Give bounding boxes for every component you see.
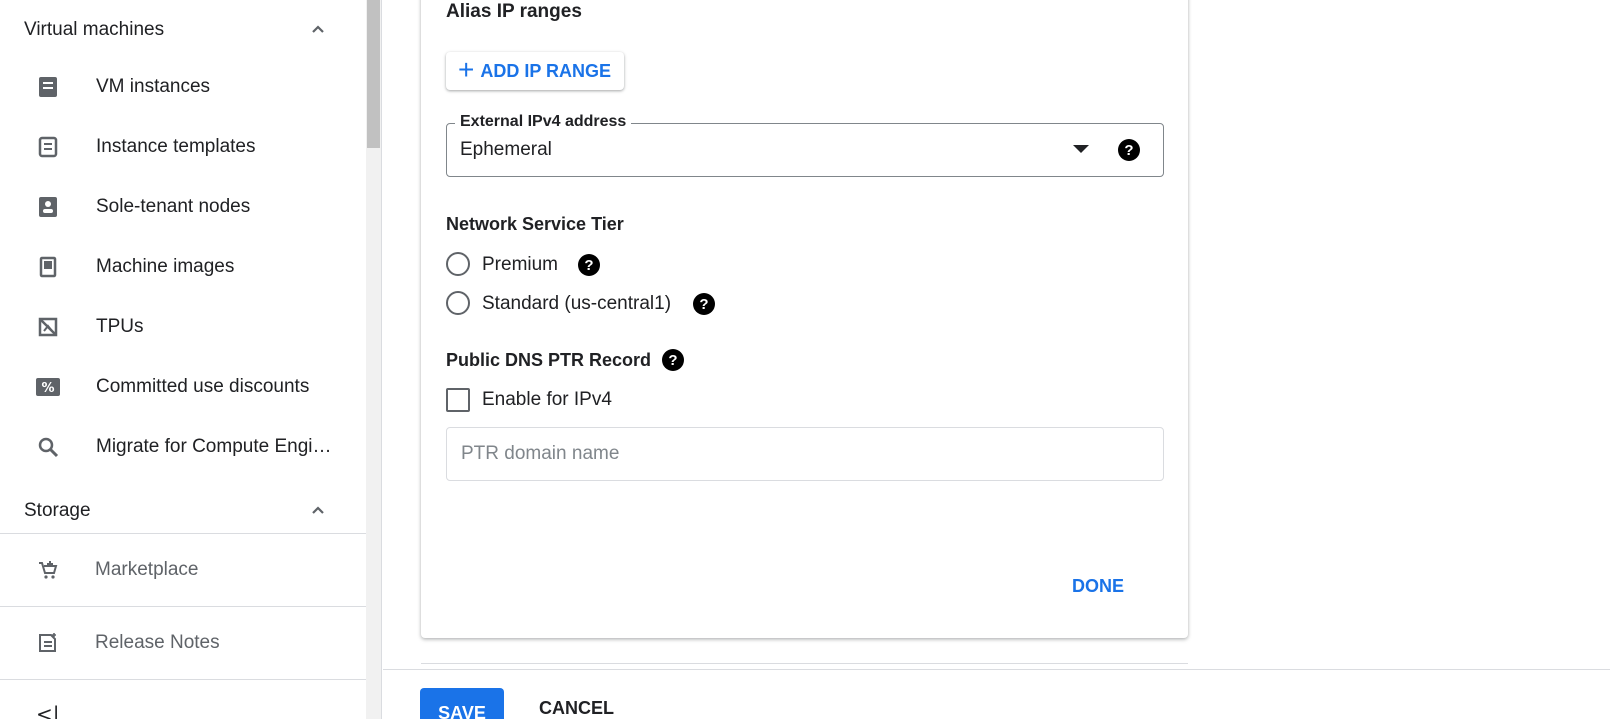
help-icon[interactable]: ? [578, 254, 600, 276]
sole-tenant-nodes-icon [36, 195, 60, 219]
external-ipv4-select[interactable] [446, 123, 1164, 177]
chevron-up-icon[interactable] [306, 18, 330, 42]
svg-text:%: % [41, 381, 54, 396]
standard-label: Standard (us-central1) [482, 293, 672, 314]
help-icon[interactable]: ? [693, 293, 715, 315]
section-title: Storage [24, 500, 91, 521]
plus-icon: + [458, 54, 475, 85]
sidebar-item-tpus[interactable]: TPUs [0, 298, 366, 356]
done-button[interactable]: DONE [1072, 576, 1124, 597]
divider [421, 663, 1188, 664]
premium-radio[interactable] [446, 252, 470, 276]
sidebar-item-vm-instances[interactable]: VM instances [0, 58, 366, 116]
network-interface-card [421, 0, 1188, 638]
instance-templates-icon [36, 135, 60, 159]
add-ip-range-label: ADD IP RANGE [480, 60, 612, 81]
divider [383, 669, 1610, 670]
premium-label: Premium [482, 254, 559, 275]
sidebar-item-label: Migrate for Compute Engi… [96, 436, 332, 457]
divider [0, 679, 381, 680]
sidebar-item-label: VM instances [96, 76, 211, 97]
enable-ipv4-label: Enable for IPv4 [482, 389, 612, 410]
sidebar-item-marketplace[interactable]: Marketplace [0, 534, 381, 606]
release-notes-icon [39, 633, 56, 652]
enable-ipv4-checkbox[interactable] [446, 388, 470, 412]
collapse-sidebar-icon[interactable]: <| [36, 702, 60, 719]
machine-images-icon [36, 255, 60, 279]
percent-icon: % [36, 375, 60, 399]
sidebar: Virtual machines VM instances Instance t… [0, 0, 382, 719]
add-ip-range-button[interactable]: + ADD IP RANGE [446, 52, 625, 90]
section-storage[interactable]: Storage [0, 489, 366, 533]
sidebar-item-machine-images[interactable]: Machine images [0, 238, 366, 296]
sidebar-item-label: Sole-tenant nodes [96, 196, 251, 217]
search-icon [36, 435, 60, 459]
standard-radio[interactable] [446, 291, 470, 315]
section-title: Virtual machines [24, 19, 165, 40]
chevron-up-icon[interactable] [306, 499, 330, 523]
vm-instances-icon [36, 75, 60, 99]
sidebar-item-sole-tenant-nodes[interactable]: Sole-tenant nodes [0, 178, 366, 236]
save-button[interactable]: SAVE [420, 688, 504, 719]
help-icon[interactable]: ? [1118, 139, 1140, 161]
help-icon[interactable]: ? [662, 349, 684, 371]
sidebar-item-label: Marketplace [95, 559, 199, 580]
tpu-icon [36, 315, 60, 339]
ptr-domain-input[interactable] [446, 427, 1164, 481]
cart-icon [39, 561, 58, 579]
sidebar-scrollbar-thumb[interactable] [367, 0, 380, 148]
alias-ip-ranges-title: Alias IP ranges [446, 1, 582, 22]
sidebar-item-committed-use-discounts[interactable]: % Committed use discounts [0, 358, 366, 416]
external-ipv4-value[interactable]: Ephemeral [460, 139, 552, 161]
dropdown-arrow-icon[interactable] [1073, 145, 1089, 153]
sidebar-item-release-notes[interactable]: Release Notes [0, 607, 381, 679]
cancel-button[interactable]: CANCEL [539, 698, 614, 719]
app-root: Virtual machines VM instances Instance t… [0, 0, 1610, 719]
sidebar-item-label: Release Notes [95, 632, 220, 653]
sidebar-item-label: Machine images [96, 256, 235, 277]
external-ipv4-label: External IPv4 address [455, 113, 632, 131]
sidebar-item-migrate[interactable]: Migrate for Compute Engi… [0, 418, 366, 476]
sidebar-item-label: TPUs [96, 316, 144, 337]
sidebar-item-instance-templates[interactable]: Instance templates [0, 118, 366, 176]
network-service-tier-title: Network Service Tier [446, 214, 624, 234]
sidebar-item-label: Committed use discounts [96, 376, 310, 397]
sidebar-item-label: Instance templates [96, 136, 256, 157]
public-dns-ptr-title: Public DNS PTR Record [446, 350, 652, 370]
section-virtual-machines[interactable]: Virtual machines [0, 8, 366, 52]
